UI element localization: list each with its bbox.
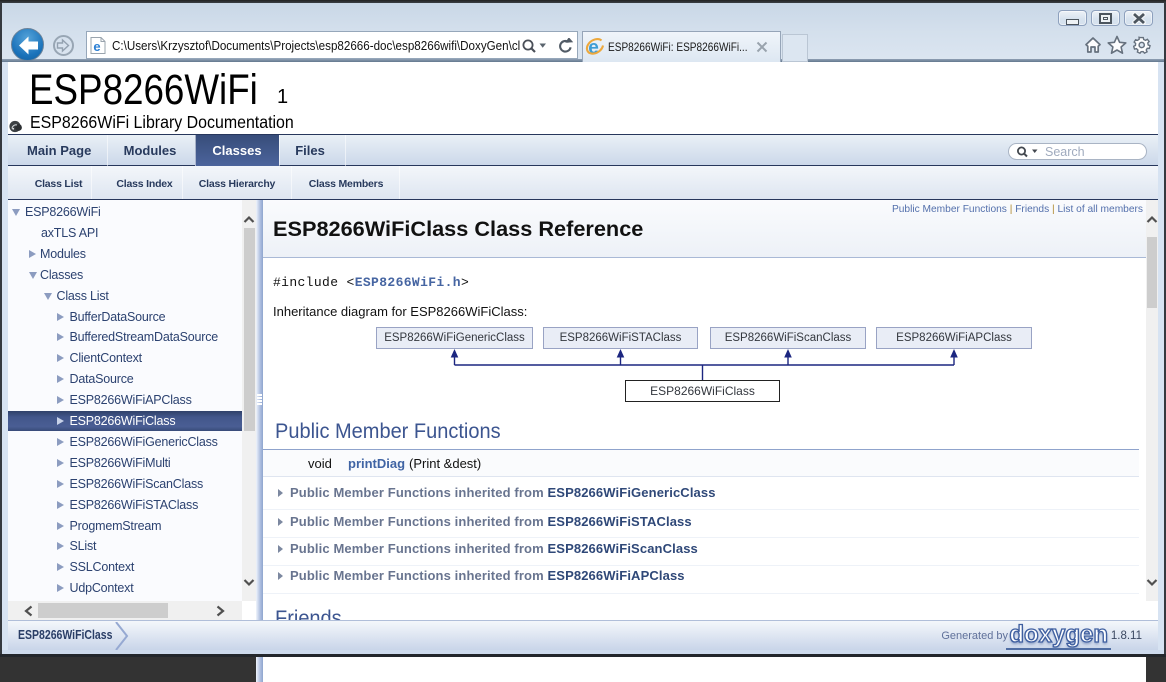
svg-text:e: e <box>93 39 100 54</box>
